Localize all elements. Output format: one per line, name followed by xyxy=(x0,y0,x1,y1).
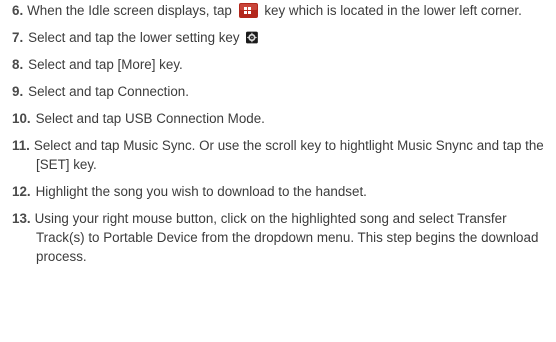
step-text: Select and tap Connection. xyxy=(28,84,189,99)
step-6: 6. When the Idle screen displays, tap key… xyxy=(12,1,548,20)
step-number: 11. xyxy=(12,138,30,153)
step-number: 12. xyxy=(12,184,31,199)
menu-grid-icon xyxy=(238,3,258,18)
step-13: 13. Using your right mouse button, click … xyxy=(12,209,548,266)
step-number: 8. xyxy=(12,57,24,72)
step-number: 7. xyxy=(12,30,24,45)
step-number: 9. xyxy=(12,84,24,99)
step-text: Select and tap Music Sync. Or use the sc… xyxy=(33,138,544,172)
step-9: 9. Select and tap Connection. xyxy=(12,82,548,101)
step-text-after-icon: key which is located in the lower left c… xyxy=(264,3,522,18)
step-text: Select and tap the lower setting key xyxy=(28,30,240,45)
step-10: 10. Select and tap USB Connection Mode. xyxy=(12,109,548,128)
step-text: Using your right mouse button, click on … xyxy=(34,211,539,264)
step-text-before-icon: When the Idle screen displays, tap xyxy=(27,3,232,18)
step-text: Highlight the song you wish to download … xyxy=(35,184,367,199)
step-text: Select and tap [More] key. xyxy=(28,57,183,72)
settings-gear-icon xyxy=(246,31,259,44)
instruction-page: 6. When the Idle screen displays, tap key… xyxy=(0,0,556,342)
step-11: 11. Select and tap Music Sync. Or use the… xyxy=(12,136,548,174)
step-text: Select and tap USB Connection Mode. xyxy=(35,111,265,126)
step-8: 8. Select and tap [More] key. xyxy=(12,55,548,74)
step-number: 6. xyxy=(12,3,24,18)
step-number: 10. xyxy=(12,111,31,126)
step-7: 7. Select and tap the lower setting key xyxy=(12,28,548,47)
step-number: 13. xyxy=(12,211,31,226)
step-12: 12. Highlight the song you wish to downl… xyxy=(12,182,548,201)
